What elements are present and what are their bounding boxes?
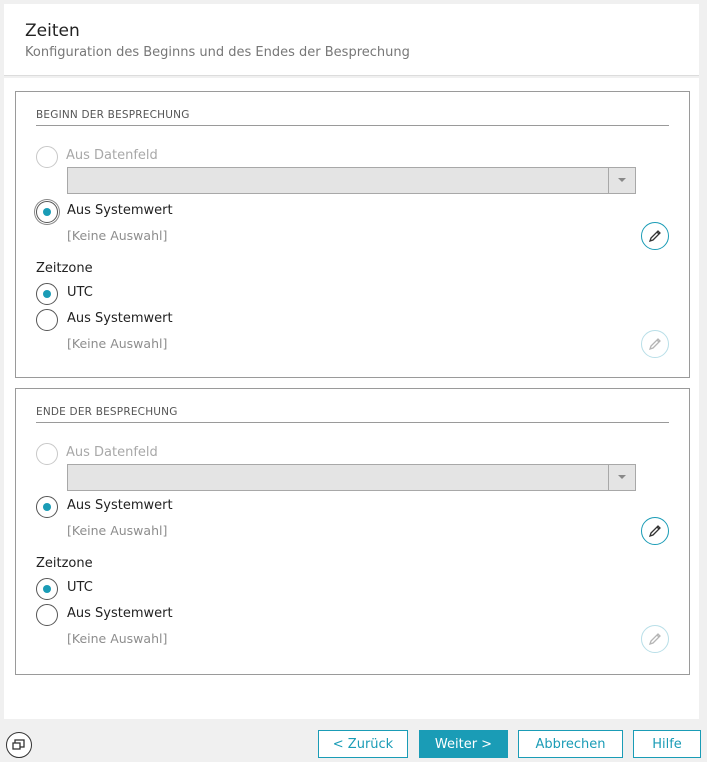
section-start: BEGINN DER BESPRECHUNG Aus Datenfeld Aus… bbox=[15, 91, 690, 378]
back-button[interactable]: < Zurück bbox=[318, 730, 408, 758]
radio-tz-utc-label: UTC bbox=[67, 285, 93, 300]
page-subtitle: Konfiguration des Beginns und des Endes … bbox=[25, 45, 410, 60]
datafield-select[interactable] bbox=[67, 464, 636, 491]
content-area: BEGINN DER BESPRECHUNG Aus Datenfeld Aus… bbox=[4, 78, 699, 719]
systemvalue-value: [Keine Auswahl] bbox=[67, 228, 168, 243]
section-title: ENDE DER BESPRECHUNG bbox=[36, 406, 178, 418]
section-divider bbox=[36, 125, 669, 126]
window-icon[interactable] bbox=[6, 732, 32, 758]
datafield-select[interactable] bbox=[67, 167, 636, 194]
radio-datafield-label: Aus Datenfeld bbox=[66, 148, 158, 163]
section-end: ENDE DER BESPRECHUNG Aus Datenfeld Aus S… bbox=[15, 388, 690, 675]
radio-tz-system[interactable] bbox=[36, 309, 58, 331]
pencil-icon bbox=[648, 230, 661, 243]
header: Zeiten Konfiguration des Beginns und des… bbox=[4, 4, 699, 76]
systemvalue-value: [Keine Auswahl] bbox=[67, 523, 168, 538]
radio-datafield[interactable] bbox=[36, 443, 58, 465]
chevron-down-icon[interactable] bbox=[608, 465, 635, 490]
page-title: Zeiten bbox=[25, 21, 80, 41]
next-button[interactable]: Weiter > bbox=[419, 730, 508, 758]
radio-systemvalue[interactable] bbox=[36, 201, 58, 223]
tz-system-value: [Keine Auswahl] bbox=[67, 631, 168, 646]
help-button[interactable]: Hilfe bbox=[633, 730, 701, 758]
section-title: BEGINN DER BESPRECHUNG bbox=[36, 109, 190, 121]
timezone-label: Zeitzone bbox=[36, 261, 93, 276]
radio-tz-utc[interactable] bbox=[36, 283, 58, 305]
radio-datafield-label: Aus Datenfeld bbox=[66, 445, 158, 460]
radio-systemvalue[interactable] bbox=[36, 496, 58, 518]
pencil-icon bbox=[648, 633, 661, 646]
radio-tz-utc[interactable] bbox=[36, 578, 58, 600]
pencil-icon bbox=[648, 338, 661, 351]
radio-tz-system[interactable] bbox=[36, 604, 58, 626]
timezone-label: Zeitzone bbox=[36, 556, 93, 571]
radio-systemvalue-label: Aus Systemwert bbox=[67, 498, 173, 513]
radio-tz-system-label: Aus Systemwert bbox=[67, 311, 173, 326]
radio-tz-utc-label: UTC bbox=[67, 580, 93, 595]
radio-systemvalue-label: Aus Systemwert bbox=[67, 203, 173, 218]
tz-system-value: [Keine Auswahl] bbox=[67, 336, 168, 351]
edit-systemvalue-button[interactable] bbox=[641, 517, 669, 545]
edit-tz-button[interactable] bbox=[641, 330, 669, 358]
section-divider bbox=[36, 422, 669, 423]
radio-datafield[interactable] bbox=[36, 146, 58, 168]
edit-tz-button[interactable] bbox=[641, 625, 669, 653]
edit-systemvalue-button[interactable] bbox=[641, 222, 669, 250]
pencil-icon bbox=[648, 525, 661, 538]
window-icon-glyph bbox=[12, 739, 25, 750]
cancel-button[interactable]: Abbrechen bbox=[518, 730, 623, 758]
radio-tz-system-label: Aus Systemwert bbox=[67, 606, 173, 621]
chevron-down-icon[interactable] bbox=[608, 168, 635, 193]
